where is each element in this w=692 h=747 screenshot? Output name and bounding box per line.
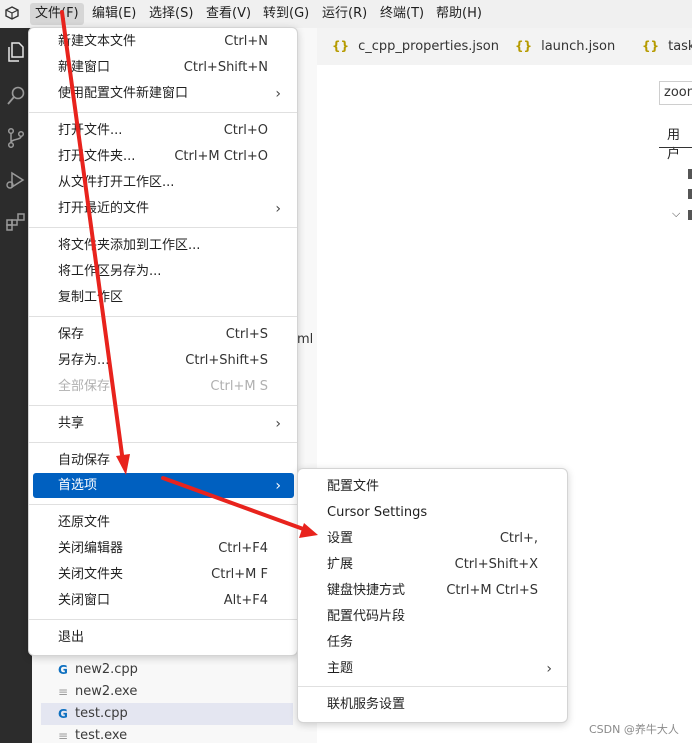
menu-item-exit[interactable]: 退出 (58, 625, 268, 651)
menu-item-save-workspace-as[interactable]: 将工作区另存为... (58, 259, 268, 285)
menu-item-save[interactable]: 保存 Ctrl+S (58, 322, 268, 348)
menu-item-keyboard-shortcuts[interactable]: 键盘快捷方式 Ctrl+M Ctrl+S (327, 578, 538, 604)
file-name: test.exe (75, 728, 128, 743)
menu-separator (29, 442, 297, 443)
menu-separator (29, 405, 297, 406)
menu-item-open-recent[interactable]: 打开最近的文件 › (58, 196, 281, 222)
obscured-filename-fragment: ml (297, 332, 314, 347)
run-debug-icon[interactable] (4, 168, 28, 192)
menu-item-close-editor[interactable]: 关闭编辑器 Ctrl+F4 (58, 536, 268, 562)
menu-separator (29, 619, 297, 620)
menu-item-tasks[interactable]: 任务 (327, 630, 538, 656)
menu-item-preferences[interactable]: 首选项 › (58, 473, 281, 499)
menu-bar: 文件(F) 编辑(E) 选择(S) 查看(V) 转到(G) 运行(R) 终端(T… (0, 0, 692, 29)
chevron-right-icon: › (275, 478, 281, 494)
menu-item-close-window[interactable]: 关闭窗口 Alt+F4 (58, 588, 268, 614)
file-name: new2.cpp (75, 662, 138, 677)
menu-separator (298, 686, 567, 687)
menu-item-open-file[interactable]: 打开文件... Ctrl+O (58, 118, 268, 144)
app-logo-icon (5, 6, 19, 20)
chevron-right-icon: › (546, 661, 552, 677)
json-file-icon: {} (642, 39, 660, 53)
file-item-new2-exe[interactable]: ≡ new2.exe (41, 681, 293, 703)
source-control-icon[interactable] (4, 126, 28, 150)
menu-item-add-folder-to-workspace[interactable]: 将文件夹添加到工作区... (58, 233, 268, 259)
chevron-right-icon: › (275, 201, 281, 217)
menu-item-theme[interactable]: 主题 › (327, 656, 552, 682)
file-lines-icon: ≡ (58, 729, 69, 743)
menu-item-new-text-file[interactable]: 新建文本文件 Ctrl+N (58, 29, 268, 55)
menu-separator (29, 112, 297, 113)
file-name: new2.exe (75, 684, 138, 699)
file-menu: 新建文本文件 Ctrl+N 新建窗口 Ctrl+Shift+N 使用配置文件新建窗口… (28, 27, 298, 656)
menu-terminal[interactable]: 终端(T) (375, 3, 429, 25)
cpp-file-icon: G (58, 663, 68, 677)
menu-run[interactable]: 运行(R) (317, 3, 372, 25)
file-lines-icon: ≡ (58, 685, 69, 699)
settings-user-tab[interactable]: 用户 (667, 124, 692, 162)
tab-tasks[interactable]: {} tasks.j (642, 28, 692, 65)
json-file-icon: {} (515, 39, 533, 53)
tab-launch[interactable]: {} launch.json (515, 28, 615, 65)
editor-tabs: {} c_cpp_properties.json {} launch.json {}… (317, 28, 692, 65)
menu-separator (29, 504, 297, 505)
menu-separator (29, 316, 297, 317)
watermark: CSDN @养牛大人 (589, 723, 679, 736)
tab-label: c_cpp_properties.json (358, 39, 499, 54)
explorer-icon[interactable] (4, 40, 28, 64)
menu-edit[interactable]: 编辑(E) (87, 3, 141, 25)
menu-file[interactable]: 文件(F) (30, 3, 84, 25)
search-icon[interactable] (4, 84, 28, 108)
menu-help[interactable]: 帮助(H) (431, 3, 487, 25)
menu-go[interactable]: 转到(G) (258, 3, 314, 25)
settings-search-input[interactable]: zoom (659, 81, 692, 105)
menu-item-new-window-with-profile[interactable]: 使用配置文件新建窗口 › (58, 81, 281, 107)
extensions-icon[interactable] (4, 210, 28, 234)
menu-item-open-workspace-from-file[interactable]: 从文件打开工作区... (58, 170, 268, 196)
menu-item-open-folder[interactable]: 打开文件夹... Ctrl+M Ctrl+O (58, 144, 268, 170)
menu-item-save-as[interactable]: 另存为... Ctrl+Shift+S (58, 348, 268, 374)
menu-item-online-services-settings[interactable]: 联机服务设置 (327, 692, 538, 718)
file-item-test-cpp[interactable]: G test.cpp (41, 703, 293, 725)
preferences-submenu: 配置文件 Cursor Settings 设置 Ctrl+, 扩展 Ctrl+Shi… (297, 468, 568, 723)
cpp-file-icon: G (58, 707, 68, 721)
menu-item-new-window[interactable]: 新建窗口 Ctrl+Shift+N (58, 55, 268, 81)
menu-item-extensions[interactable]: 扩展 Ctrl+Shift+X (327, 552, 538, 578)
menu-selection[interactable]: 选择(S) (144, 3, 198, 25)
file-item-test-exe[interactable]: ≡ test.exe (41, 725, 293, 747)
menu-item-auto-save[interactable]: 自动保存 (58, 448, 268, 474)
chevron-right-icon: › (275, 86, 281, 102)
menu-view[interactable]: 查看(V) (201, 3, 256, 25)
menu-item-settings[interactable]: 设置 Ctrl+, (327, 526, 538, 552)
file-name: test.cpp (75, 706, 128, 721)
chevron-down-icon[interactable]: ⌵ (672, 207, 680, 221)
tab-label: tasks.j (668, 39, 692, 54)
menu-separator (29, 227, 297, 228)
menu-item-close-folder[interactable]: 关闭文件夹 Ctrl+M F (58, 562, 268, 588)
tab-label: launch.json (541, 39, 616, 54)
menu-item-profiles[interactable]: 配置文件 (327, 474, 538, 500)
tab-c-cpp-properties[interactable]: {} c_cpp_properties.json (332, 28, 499, 65)
menu-item-duplicate-workspace[interactable]: 复制工作区 (58, 285, 268, 311)
menu-item-share[interactable]: 共享 › (58, 411, 281, 437)
truncated-text-fragment (688, 189, 692, 199)
file-item-new2-cpp[interactable]: G new2.cpp (41, 659, 293, 681)
menu-item-configure-snippets[interactable]: 配置代码片段 (327, 604, 538, 630)
active-tab-underline (659, 147, 692, 148)
truncated-text-fragment (688, 210, 692, 220)
chevron-right-icon: › (275, 416, 281, 432)
truncated-text-fragment (688, 169, 692, 179)
menu-item-revert-file[interactable]: 还原文件 (58, 510, 268, 536)
menu-item-cursor-settings[interactable]: Cursor Settings (327, 500, 538, 526)
json-file-icon: {} (332, 39, 350, 53)
menu-item-save-all: 全部保存 Ctrl+M S (58, 379, 268, 394)
